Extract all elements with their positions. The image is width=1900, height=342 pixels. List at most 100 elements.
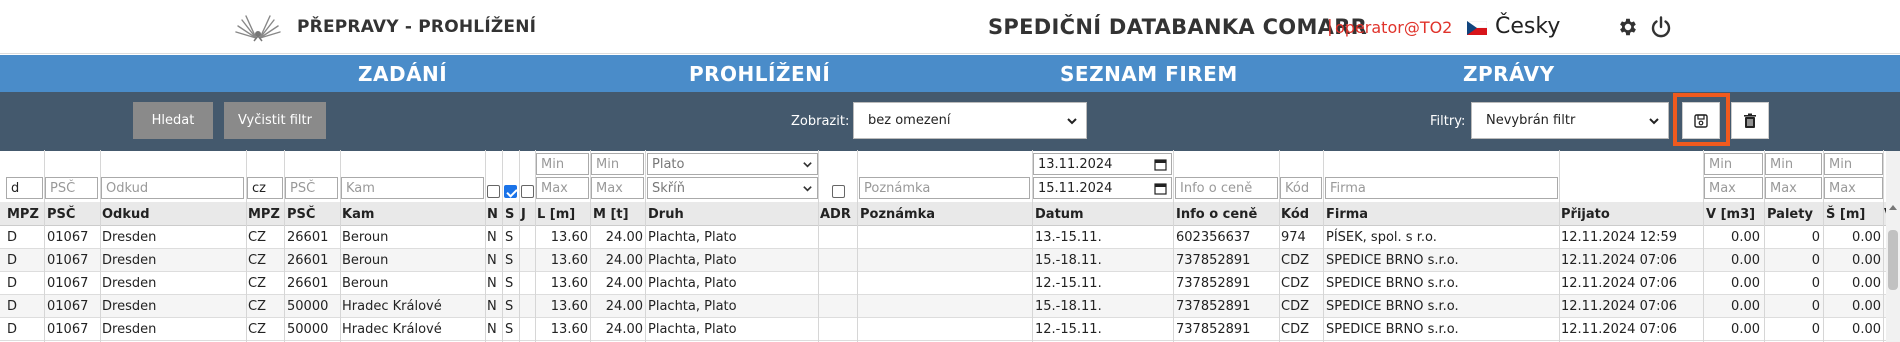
nav-item-zadani[interactable]: ZADÁNÍ [358, 62, 447, 86]
col-info-cena[interactable]: Info o ceně [1176, 207, 1257, 222]
delete-filter-button[interactable] [1731, 102, 1769, 139]
psc-from-input[interactable]: PSČ [45, 177, 98, 199]
palety-min-input[interactable]: Min [1765, 153, 1822, 175]
clear-filter-button[interactable]: Vyčistit filtr [224, 102, 326, 139]
date-to-input[interactable]: 15.11.2024 [1033, 177, 1172, 199]
nav-item-seznam-firem[interactable]: SEZNAM FIREM [1060, 62, 1238, 86]
column-divider [818, 150, 819, 342]
calendar-icon[interactable] [1154, 182, 1167, 195]
checkbox-j[interactable] [521, 185, 534, 198]
psc-to-input[interactable]: PSČ [285, 177, 338, 199]
s-min-input[interactable]: Min [1824, 153, 1883, 175]
druh-select-2[interactable]: Skříň [647, 177, 818, 199]
table-cell: CDZ [1281, 322, 1309, 337]
table-row[interactable]: D 01067 Dresden CZ 26601 Beroun N S 13.60 24.00 Pl… [0, 272, 1886, 295]
col-kod[interactable]: Kód [1281, 207, 1309, 222]
nav-item-prohlizeni[interactable]: PROHLÍŽENÍ [689, 62, 830, 86]
col-mpz-from[interactable]: MPZ [7, 207, 39, 222]
date-from-input[interactable]: 13.11.2024 [1033, 153, 1172, 175]
m-min-input[interactable]: Min [591, 153, 644, 175]
m-max-input[interactable]: Max [591, 177, 644, 199]
date-from-value: 13.11.2024 [1038, 156, 1113, 172]
v-min-input[interactable]: Min [1704, 153, 1763, 175]
table-row[interactable]: D 01067 Dresden CZ 50000 Hradec Králové N S 13.6… [0, 318, 1886, 341]
col-mpz-to[interactable]: MPZ [248, 207, 280, 222]
scroll-up-arrow[interactable] [1889, 205, 1897, 210]
table-cell: 737852891 [1176, 253, 1251, 268]
table-row[interactable]: D 01067 Dresden CZ 50000 Hradec Králové N S 13.6… [0, 295, 1886, 318]
table-cell: 13.60 [550, 299, 588, 314]
filters-select-value: Nevybrán filtr [1486, 113, 1576, 128]
l-max-input[interactable]: Max [536, 177, 589, 199]
col-poznamka[interactable]: Poznámka [860, 207, 935, 222]
table-cell: CZ [248, 276, 266, 291]
col-j[interactable]: J [521, 207, 526, 222]
mpz-from-input[interactable]: d [6, 177, 43, 199]
table-cell: 12.11.2024 12:59 [1561, 230, 1678, 245]
to-input[interactable]: Kam [341, 177, 484, 199]
czech-flag-icon[interactable] [1467, 21, 1487, 35]
note-input[interactable]: Poznámka [859, 177, 1030, 199]
col-l[interactable]: L [m] [537, 207, 575, 222]
language-selector[interactable]: Česky [1495, 14, 1560, 39]
table-cell: 50000 [287, 322, 329, 337]
checkbox-n[interactable] [487, 185, 500, 198]
table-cell: 0.00 [1731, 276, 1760, 291]
col-prijato[interactable]: Přijato [1561, 207, 1610, 222]
col-kam[interactable]: Kam [342, 207, 374, 222]
col-firma[interactable]: Firma [1326, 207, 1368, 222]
col-n[interactable]: N [487, 207, 498, 222]
mpz-to-input[interactable]: cz [247, 177, 283, 199]
col-m[interactable]: M [t] [593, 207, 629, 222]
column-divider [1559, 150, 1560, 342]
l-min-input[interactable]: Min [536, 153, 589, 175]
col-odkud[interactable]: Odkud [102, 207, 150, 222]
show-select[interactable]: bez omezení [853, 102, 1087, 139]
scrollbar-thumb[interactable] [1888, 230, 1898, 290]
col-adr[interactable]: ADR [820, 207, 851, 222]
table-cell: D [7, 276, 18, 291]
col-s-width[interactable]: Š [m] [1826, 207, 1865, 222]
s-max-input[interactable]: Max [1824, 177, 1883, 199]
table-cell: N [487, 276, 497, 291]
col-v[interactable]: V [m3] [1706, 207, 1755, 222]
table-cell: S [505, 276, 514, 291]
chevron-down-icon [803, 162, 812, 168]
table-cell: N [487, 322, 497, 337]
company-input[interactable]: Firma [1325, 177, 1558, 199]
checkbox-s[interactable] [504, 185, 517, 198]
v-max-input[interactable]: Max [1704, 177, 1763, 199]
price-input[interactable]: Info o ceně [1175, 177, 1278, 199]
col-psc-to[interactable]: PSČ [287, 207, 315, 222]
table-row[interactable]: D 01067 Dresden CZ 26601 Beroun N S 13.60 24.00 Pl… [0, 249, 1886, 272]
filter-bar: Hledat Vyčistit filtr Zobrazit: bez omez… [0, 92, 1900, 151]
filters-select[interactable]: Nevybrán filtr [1471, 102, 1669, 139]
gear-icon[interactable] [1617, 16, 1639, 38]
col-datum[interactable]: Datum [1035, 207, 1084, 222]
logo-icon[interactable] [230, 12, 286, 42]
table-cell: 0.00 [1852, 322, 1881, 337]
col-psc-from[interactable]: PSČ [47, 207, 75, 222]
table-cell: 01067 [47, 299, 89, 314]
druh-select-1[interactable]: Plato [647, 153, 818, 175]
column-divider [284, 150, 285, 342]
col-s[interactable]: S [505, 207, 514, 222]
from-input[interactable]: Odkud [101, 177, 244, 199]
col-druh[interactable]: Druh [648, 207, 684, 222]
table-row[interactable]: D 01067 Dresden CZ 26601 Beroun N S 13.60 24.00 Pl… [0, 226, 1886, 249]
page-title: PŘEPRAVY - PROHLÍŽENÍ [297, 17, 537, 37]
palety-max-input[interactable]: Max [1765, 177, 1822, 199]
table-cell: 0 [1811, 230, 1820, 245]
col-palety[interactable]: Palety [1767, 207, 1813, 222]
code-input[interactable]: Kód [1280, 177, 1322, 199]
nav-item-zpravy[interactable]: ZPRÁVY [1463, 62, 1555, 86]
table-cell: 12.11.2024 07:06 [1561, 322, 1678, 337]
search-button[interactable]: Hledat [133, 102, 213, 139]
checkbox-adr[interactable] [832, 185, 845, 198]
table-cell: Dresden [102, 322, 157, 337]
table-cell: 24.00 [605, 253, 643, 268]
table-cell: N [487, 253, 497, 268]
table-cell: Plachta, Plato [648, 299, 737, 314]
power-icon[interactable] [1649, 15, 1673, 39]
calendar-icon[interactable] [1154, 158, 1167, 171]
